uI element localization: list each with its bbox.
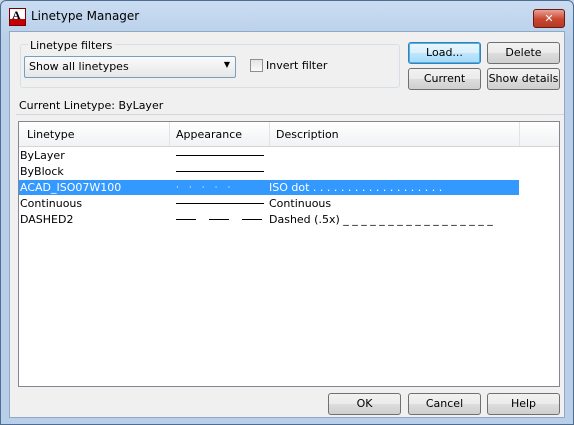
linetype-filters-legend: Linetype filters — [28, 39, 115, 52]
linetype-description: Continuous — [269, 197, 332, 210]
linetype-appearance-solid — [176, 171, 264, 172]
linetype-appearance-solid — [176, 155, 264, 156]
linetype-appearance-dot: ····· — [176, 183, 241, 193]
linetype-appearance-dashed — [176, 219, 264, 220]
linetype-name: ByBlock — [20, 165, 64, 178]
column-header-linetype[interactable]: Linetype — [27, 128, 75, 141]
linetype-description: Dashed (.5x) _ _ _ _ _ _ _ _ _ _ _ _ _ _… — [269, 213, 493, 226]
separator — [16, 114, 564, 115]
chevron-down-icon: ▼ — [223, 60, 230, 69]
ok-button[interactable]: OK — [328, 393, 401, 415]
close-button[interactable]: ✕ — [533, 9, 565, 28]
help-button[interactable]: Help — [487, 393, 560, 415]
invert-filter-label[interactable]: Invert filter — [266, 59, 327, 72]
linetype-row-acad-iso07w100[interactable]: ACAD_ISO07W100 ····· ISO dot . . . . . .… — [19, 180, 519, 195]
linetype-appearance-solid — [176, 203, 264, 204]
column-header-appearance[interactable]: Appearance — [176, 128, 242, 141]
linetype-name: ACAD_ISO07W100 — [20, 181, 122, 194]
column-divider[interactable] — [519, 122, 520, 146]
column-divider[interactable] — [169, 122, 170, 146]
show-details-button[interactable]: Show details — [487, 68, 560, 90]
linetype-row-continuous[interactable]: Continuous Continuous — [19, 196, 519, 211]
linetype-manager-window: A Linetype Manager ✕ Linetype filters Sh… — [0, 0, 574, 425]
column-header-description[interactable]: Description — [276, 128, 339, 141]
dialog-body: Linetype filters Show all linetypes ▼ In… — [9, 31, 565, 418]
title-bar[interactable]: A Linetype Manager ✕ — [1, 1, 573, 31]
linetype-name: Continuous — [20, 197, 83, 210]
list-header: Linetype Appearance Description — [19, 122, 559, 147]
linetype-name: ByLayer — [20, 149, 65, 162]
linetype-row-bylayer[interactable]: ByLayer — [19, 148, 519, 163]
linetype-filter-value: Show all linetypes — [29, 60, 129, 73]
linetype-row-byblock[interactable]: ByBlock — [19, 164, 519, 179]
linetype-row-dashed2[interactable]: DASHED2 Dashed (.5x) _ _ _ _ _ _ _ _ _ _… — [19, 212, 519, 227]
linetype-list[interactable]: Linetype Appearance Description ByLayer … — [18, 121, 560, 387]
current-button[interactable]: Current — [408, 68, 481, 90]
load-button[interactable]: Load... — [408, 42, 481, 64]
linetype-description: ISO dot . . . . . . . . . . . . . . . . … — [269, 181, 443, 194]
invert-filter-checkbox[interactable] — [250, 59, 263, 72]
current-linetype-text: Current Linetype: ByLayer — [19, 99, 164, 112]
window-title: Linetype Manager — [31, 9, 140, 23]
autocad-app-icon: A — [9, 8, 26, 26]
linetype-filter-dropdown[interactable]: Show all linetypes ▼ — [24, 56, 236, 78]
linetype-name: DASHED2 — [20, 213, 74, 226]
column-divider[interactable] — [269, 122, 270, 146]
delete-button[interactable]: Delete — [487, 42, 560, 64]
cancel-button[interactable]: Cancel — [408, 393, 481, 415]
